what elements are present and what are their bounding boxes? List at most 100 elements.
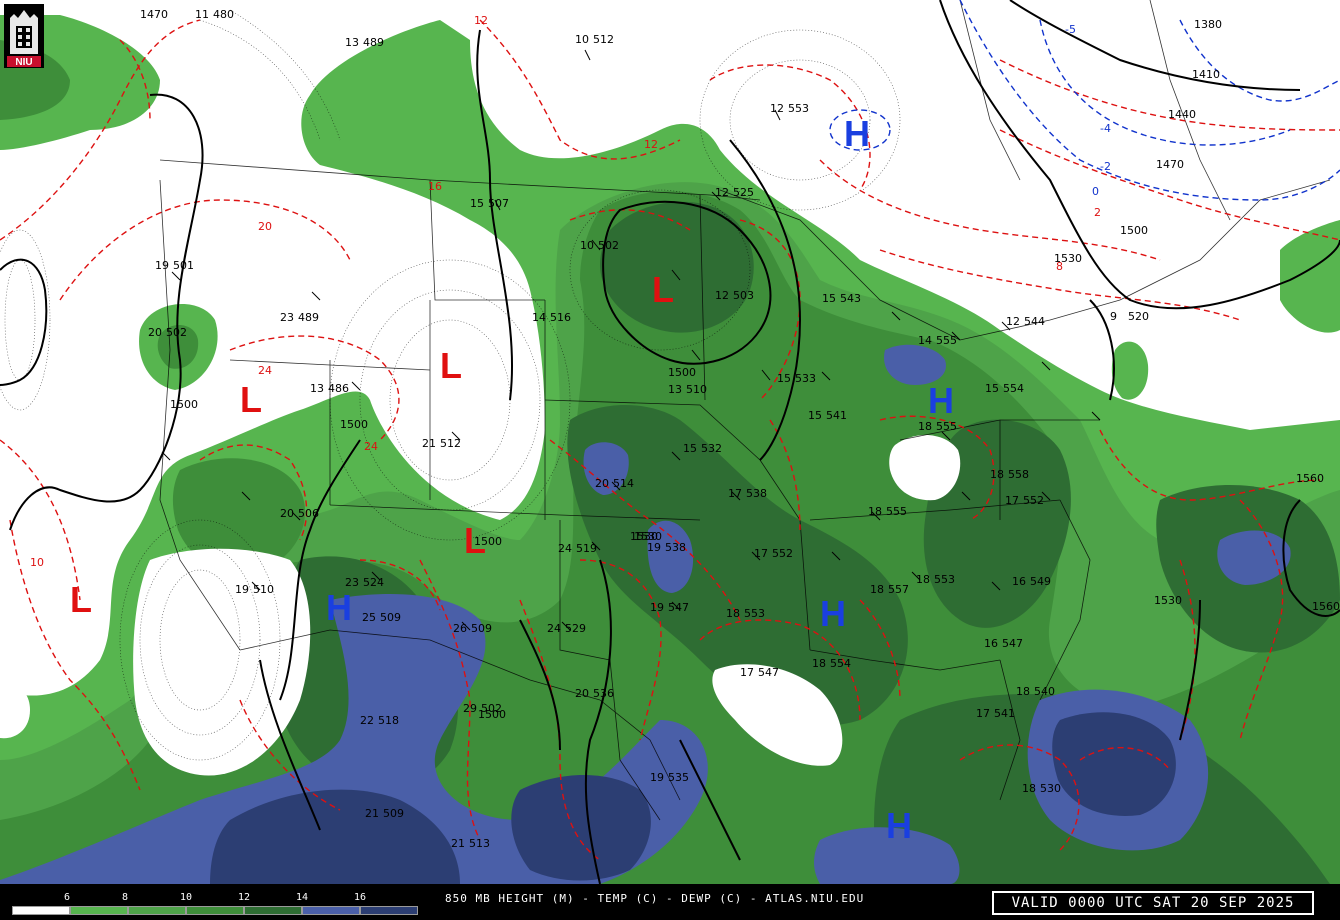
weather-map-screen: L L L L L H H H H H 11 480 13 489 10 512 12 553… (0, 0, 1340, 920)
station-height: 509 (471, 622, 492, 635)
temp-label: 2 (1094, 206, 1101, 219)
station-temperature: 19 (155, 259, 169, 272)
station-temperature: 13 (310, 382, 324, 395)
temp-label: 24 (258, 364, 272, 377)
high-mississippi-marker: H (820, 593, 846, 634)
product-title: 850 MB HEIGHT (M) - TEMP (C) - DEWP (C) … (445, 892, 865, 905)
cold-label: -2 (1100, 160, 1111, 173)
station-temperature: 9 (1110, 310, 1117, 323)
station-height: 543 (840, 292, 861, 305)
high-gulf-marker: H (886, 805, 912, 846)
station-height: 538 (746, 487, 767, 500)
station-height: 558 (1008, 468, 1029, 481)
scale-swatch (360, 906, 418, 915)
scale-label: 6 (64, 892, 71, 903)
station-temperature: 12 (715, 186, 729, 199)
cold-label: -4 (1100, 122, 1111, 135)
station-height: 549 (1030, 575, 1051, 588)
station-temperature: 13 (345, 36, 359, 49)
height-label: 1560 (1296, 472, 1324, 485)
scale-swatch (70, 906, 128, 915)
station-height: 554 (830, 657, 851, 670)
station-height: 520 (1128, 310, 1149, 323)
station-temperature: 18 (870, 583, 884, 596)
station-temperature: 15 (822, 292, 836, 305)
scale-label: 10 (180, 892, 193, 903)
station-height: 553 (934, 573, 955, 586)
station-temperature: 18 (918, 420, 932, 433)
height-label: 1470 (1156, 158, 1184, 171)
station-temperature: 16 (1012, 575, 1026, 588)
station-temperature: 15 (470, 197, 484, 210)
station-height: 507 (488, 197, 509, 210)
station-height: 518 (378, 714, 399, 727)
dewpoint-region-16c-mexico-east (511, 775, 651, 881)
station-temperature: 18 (1016, 685, 1030, 698)
station-temperature: 14 (532, 311, 546, 324)
cold-label: 0 (1092, 185, 1099, 198)
station-height: 555 (936, 334, 957, 347)
station-temperature: 17 (728, 487, 742, 500)
station-temperature: 15 (808, 409, 822, 422)
station-temperature: 12 (715, 289, 729, 302)
height-label: 1500 (1120, 224, 1148, 237)
station-temperature: 26 (453, 622, 467, 635)
station-temperature: 17 (1005, 494, 1019, 507)
station-height: 547 (1002, 637, 1023, 650)
height-label: 1380 (1194, 18, 1222, 31)
scale-swatch (302, 906, 360, 915)
station-temperature: 18 (868, 505, 882, 518)
scale-swatch (12, 906, 70, 915)
station-height: 509 (380, 611, 401, 624)
temp-label: 10 (30, 556, 44, 569)
legend-bar: 6 8 10 12 14 16 850 MB HEIGHT (M) - TEMP (C) … (0, 884, 1340, 920)
height-label: 1560 (1312, 600, 1340, 613)
station-temperature: 10 (580, 239, 594, 252)
height-label: 1500 (474, 535, 502, 548)
station-height: 510 (686, 383, 707, 396)
station-temperature: 14 (918, 334, 932, 347)
scale-label: 8 (122, 892, 129, 903)
high-arizona-marker: H (326, 587, 352, 628)
station-height: 547 (758, 666, 779, 679)
station-temperature: 29 (463, 702, 477, 715)
height-label: 1410 (1192, 68, 1220, 81)
station-temperature: 17 (976, 707, 990, 720)
low-dakota-marker: L (440, 345, 462, 386)
station-height: 506 (298, 507, 319, 520)
valid-time-box: VALID 0000 UTC SAT 20 SEP 2025 (992, 891, 1314, 915)
station-temperature: 17 (754, 547, 768, 560)
station-height: 552 (772, 547, 793, 560)
station-temperature: 20 (575, 687, 589, 700)
station-temperature: 15 (985, 382, 999, 395)
temp-label: 20 (258, 220, 272, 233)
station-temperature: 12 (770, 102, 784, 115)
station-height: 533 (795, 372, 816, 385)
station-temperature: 24 (558, 542, 572, 555)
height-label: 1500 (668, 366, 696, 379)
height-label: 1500 (170, 398, 198, 411)
station-height: 541 (994, 707, 1015, 720)
scale-swatch (128, 906, 186, 915)
height-label: 1530 (1154, 594, 1182, 607)
scale-label: 14 (296, 892, 309, 903)
cold-label: -5 (1065, 23, 1076, 36)
station-temperature: 18 (726, 607, 740, 620)
station-temperature: 24 (547, 622, 561, 635)
station-temperature: 25 (362, 611, 376, 624)
station-height: 529 (565, 622, 586, 635)
station-temperature: 19 (235, 583, 249, 596)
low-montana-marker: L (240, 379, 262, 420)
station-temperature: 23 (280, 311, 294, 324)
station-temperature: 20 (595, 477, 609, 490)
high-michigan-marker: H (928, 380, 954, 421)
temp-label: 16 (428, 180, 442, 193)
low-pacific-marker: L (70, 579, 92, 620)
station-height: 486 (328, 382, 349, 395)
station-temperature: 18 (916, 573, 930, 586)
niu-logo: NIU (4, 4, 44, 68)
station-temperature: 15 (683, 442, 697, 455)
station-height: 501 (173, 259, 194, 272)
station-temperature: 22 (360, 714, 374, 727)
station-temperature: 12 (1006, 315, 1020, 328)
